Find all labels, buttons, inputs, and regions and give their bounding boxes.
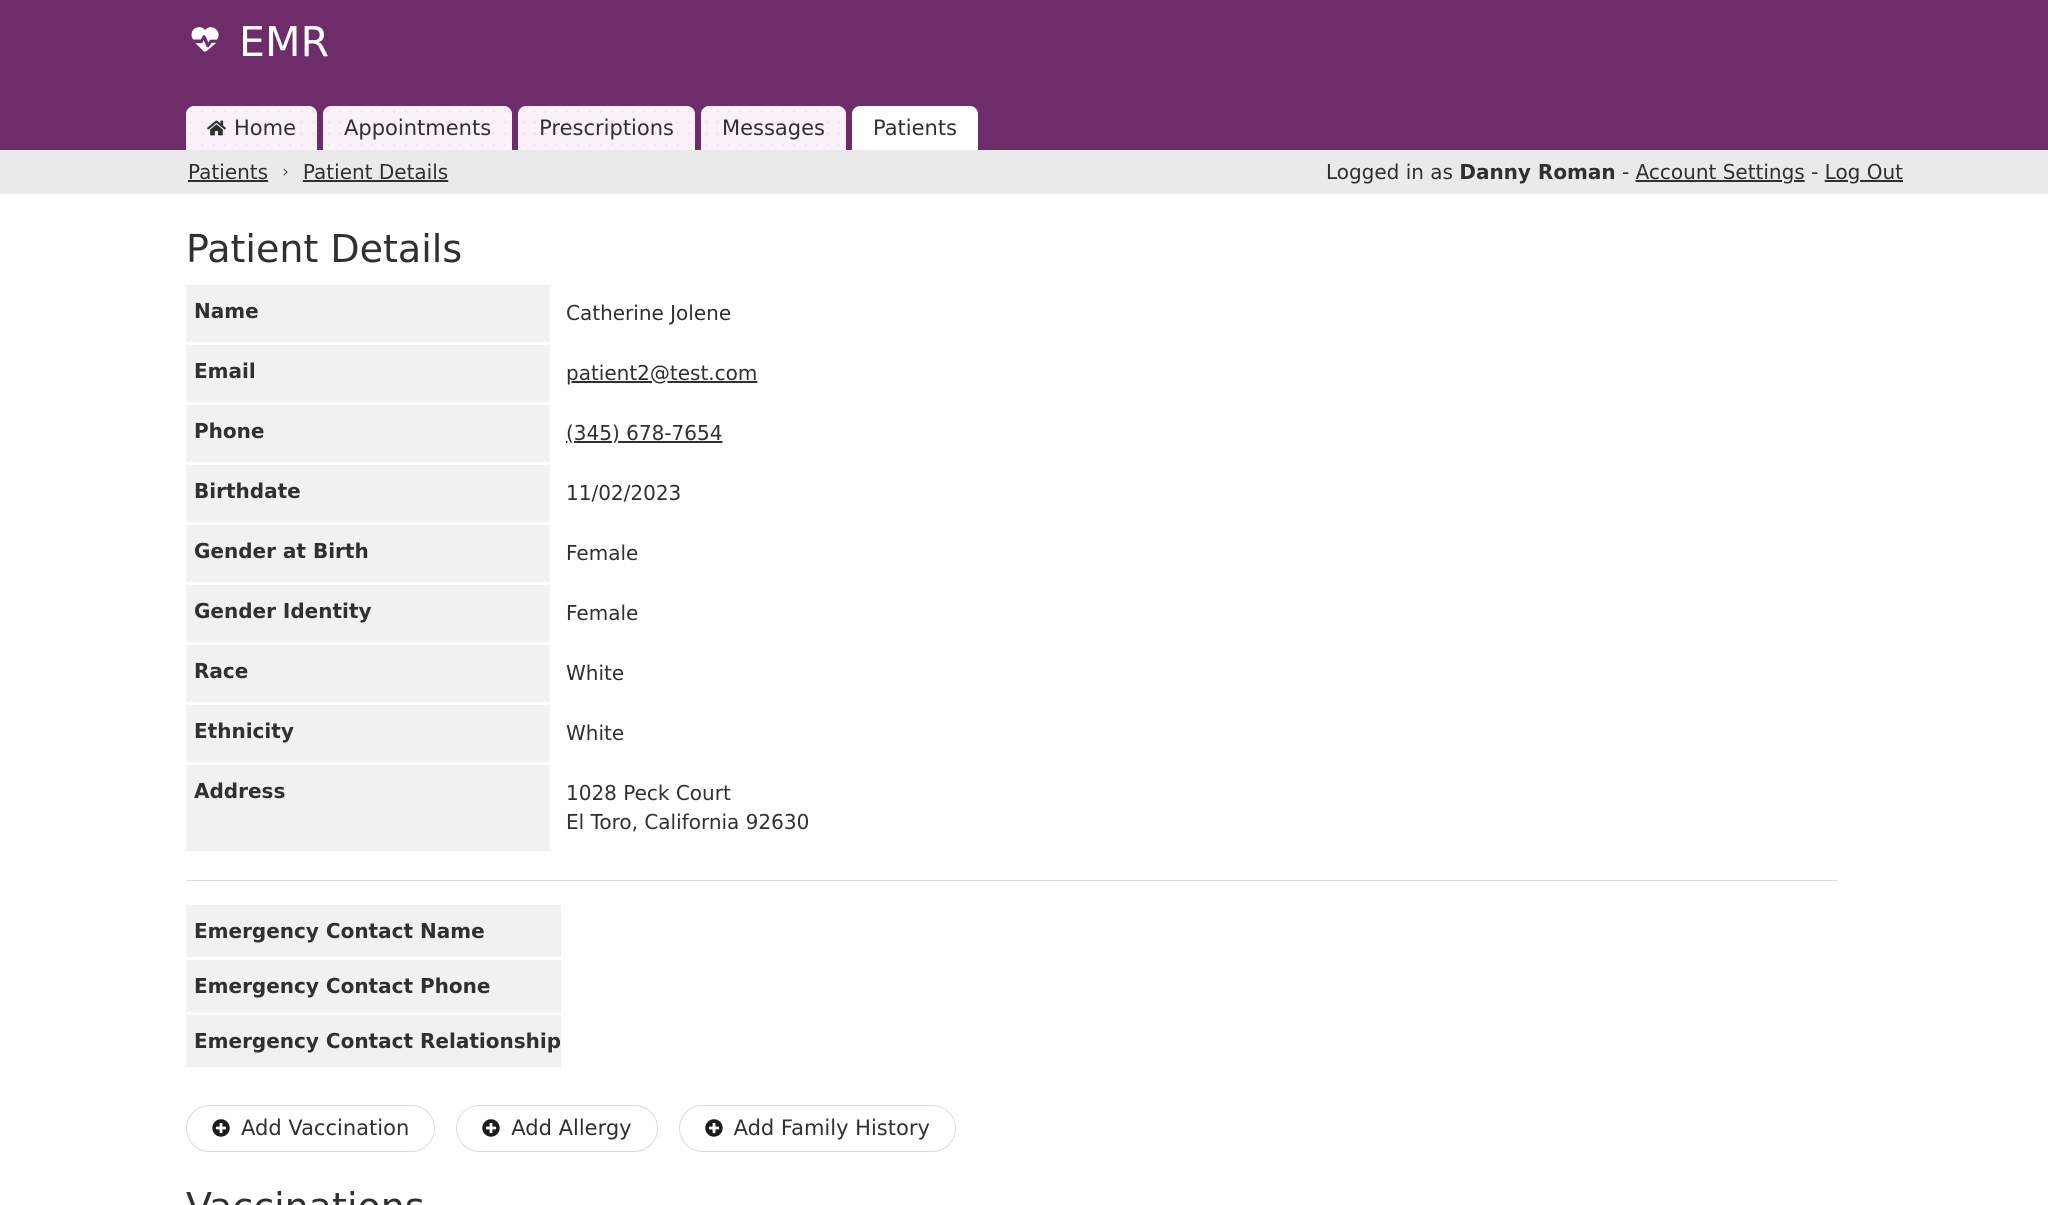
detail-value-phone: (345) 678-7654	[550, 405, 1888, 462]
table-row: Phone (345) 678-7654	[186, 404, 1888, 462]
tab-messages[interactable]: Messages	[700, 106, 846, 150]
detail-label-address: Address	[186, 764, 550, 851]
emergency-contact-relationship-value	[561, 1015, 1888, 1067]
breadcrumb-item-patients[interactable]: Patients	[188, 160, 268, 184]
app-header: EMR Home Appointments Prescriptions Mess…	[0, 0, 2048, 150]
plus-circle-icon	[482, 1119, 500, 1137]
detail-value-ethnicity: White	[566, 720, 625, 745]
tab-messages-label: Messages	[721, 115, 825, 140]
tab-patients[interactable]: Patients	[851, 106, 979, 150]
emergency-contact-name-label: Emergency Contact Name	[186, 904, 562, 957]
phone-link[interactable]: (345) 678-7654	[566, 421, 722, 445]
detail-label-gender-at-birth: Gender at Birth	[186, 524, 550, 582]
tab-appointments-label: Appointments	[344, 115, 492, 140]
detail-label-birthdate: Birthdate	[186, 464, 550, 522]
brand-name: EMR	[239, 18, 330, 66]
detail-value-gender-at-birth: Female	[566, 540, 639, 565]
logged-in-prefix: Logged in as	[1325, 160, 1460, 184]
detail-label-phone: Phone	[186, 404, 550, 462]
account-separator-1: -	[1615, 160, 1636, 184]
emergency-contact-phone-label: Emergency Contact Phone	[186, 959, 562, 1012]
heart-pulse-icon	[186, 23, 226, 63]
breadcrumb-item-patient-details[interactable]: Patient Details	[303, 160, 448, 184]
account-settings-link[interactable]: Account Settings	[1636, 160, 1805, 184]
patient-details-table: Name Catherine Jolene Email patient2@tes…	[186, 282, 1888, 854]
page-title: Patient Details	[186, 227, 463, 271]
tab-appointments[interactable]: Appointments	[323, 106, 513, 150]
table-row: Emergency Contact Name	[186, 904, 1888, 957]
home-icon	[207, 119, 226, 137]
tab-prescriptions[interactable]: Prescriptions	[518, 106, 695, 150]
detail-label-gender-identity: Gender Identity	[186, 584, 550, 642]
table-row: Email patient2@test.com	[186, 344, 1888, 402]
log-out-link[interactable]: Log Out	[1825, 160, 1903, 184]
main-nav: Home Appointments Prescriptions Messages…	[186, 106, 979, 150]
add-family-history-label: Add Family History	[733, 1116, 930, 1141]
table-row: Race White	[186, 644, 1888, 702]
table-row: Name Catherine Jolene	[186, 284, 1888, 342]
add-family-history-button[interactable]: Add Family History	[678, 1104, 956, 1152]
table-row: Ethnicity White	[186, 704, 1888, 762]
plus-circle-icon	[704, 1119, 723, 1137]
sub-bar: Patients › Patient Details Logged in as …	[0, 150, 2048, 194]
detail-value-name: Catherine Jolene	[566, 300, 732, 325]
detail-value-gender-identity: Female	[566, 600, 639, 625]
table-row: Emergency Contact Phone	[186, 959, 1888, 1012]
tab-home[interactable]: Home	[186, 106, 318, 150]
emergency-contact-phone-value	[561, 960, 1888, 1012]
plus-circle-icon	[212, 1119, 230, 1137]
account-separator-2: -	[1804, 160, 1825, 184]
tab-prescriptions-label: Prescriptions	[539, 115, 674, 140]
detail-label-email: Email	[186, 344, 550, 402]
add-allergy-button[interactable]: Add Allergy	[456, 1104, 658, 1152]
tab-patients-label: Patients	[872, 115, 958, 140]
table-row: Address 1028 Peck Court El Toro, Califor…	[186, 764, 1888, 851]
add-allergy-label: Add Allergy	[511, 1116, 632, 1141]
detail-label-name: Name	[186, 284, 550, 342]
detail-label-race: Race	[186, 644, 550, 702]
main-content: Patient Details Name Catherine Jolene Em…	[0, 227, 2048, 1205]
table-row: Birthdate 11/02/2023	[186, 464, 1888, 522]
detail-label-ethnicity: Ethnicity	[186, 704, 550, 762]
emergency-contact-name-value	[561, 905, 1888, 957]
logged-in-user: Danny Roman	[1459, 160, 1616, 184]
table-row: Gender Identity Female	[186, 584, 1888, 642]
address-line-1: 1028 Peck Court	[566, 780, 731, 805]
table-row: Emergency Contact Relationship	[186, 1014, 1888, 1067]
action-button-row: Add Vaccination Add Allergy Add Family H…	[186, 1104, 1888, 1152]
table-row: Gender at Birth Female	[186, 524, 1888, 582]
vaccinations-heading: Vaccinations	[186, 1185, 1888, 1205]
add-vaccination-label: Add Vaccination	[241, 1116, 410, 1141]
email-link[interactable]: patient2@test.com	[566, 361, 757, 385]
brand: EMR	[186, 22, 329, 63]
tab-home-label: Home	[234, 115, 297, 140]
detail-value-birthdate: 11/02/2023	[566, 480, 682, 505]
section-divider	[186, 879, 1838, 881]
detail-value-address: 1028 Peck Court El Toro, California 9263…	[550, 765, 1888, 851]
emergency-contact-relationship-label: Emergency Contact Relationship	[186, 1014, 562, 1067]
detail-value-race: White	[566, 660, 625, 685]
breadcrumb: Patients › Patient Details	[188, 160, 448, 184]
address-line-2: El Toro, California 92630	[566, 809, 810, 834]
account-area: Logged in as Danny Roman - Account Setti…	[1326, 160, 1903, 184]
chevron-right-icon: ›	[282, 162, 289, 182]
detail-value-email: patient2@test.com	[550, 345, 1888, 402]
emergency-contact-table: Emergency Contact Name Emergency Contact…	[186, 902, 1888, 1070]
add-vaccination-button[interactable]: Add Vaccination	[186, 1104, 436, 1152]
